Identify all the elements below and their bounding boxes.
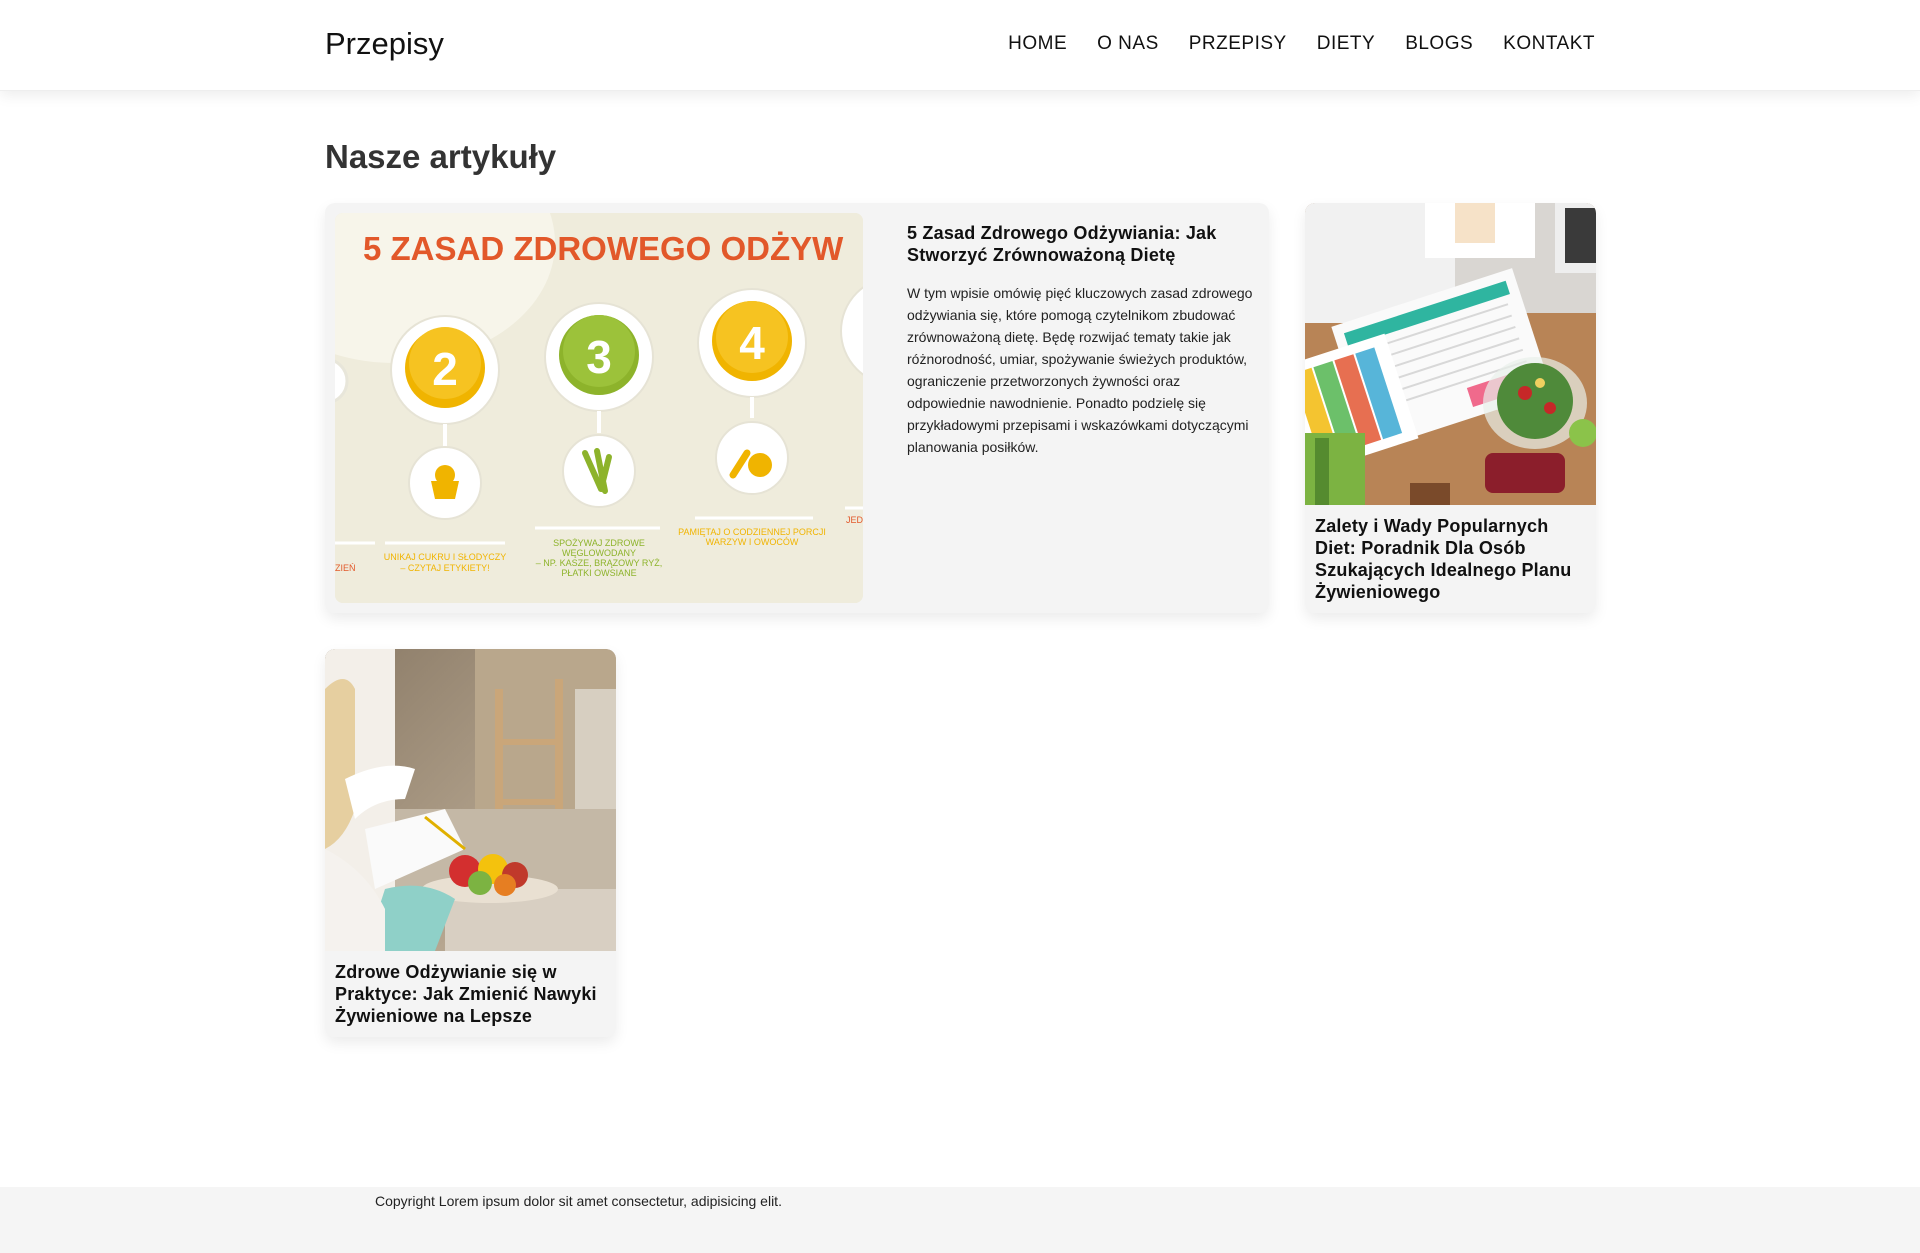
article-title-healthy-eating[interactable]: Zdrowe Odżywianie się w Praktyce: Jak Zm… [335, 961, 606, 1027]
article-card-diets[interactable]: Zalety i Wady Popularnych Diet: Poradnik… [1305, 203, 1596, 613]
number-3: 3 [586, 331, 612, 383]
svg-text:JEDZ: JEDZ [846, 515, 863, 525]
nav-przepisy[interactable]: PRZEPISY [1189, 33, 1287, 55]
featured-article-title[interactable]: 5 Zasad Zdrowego Odżywiania: Jak Stworzy… [907, 222, 1259, 266]
nav-home[interactable]: HOME [1008, 33, 1067, 55]
dietitian-photo-icon [325, 649, 616, 951]
svg-text:UNIKAJ CUKRU I SŁODYCZY: UNIKAJ CUKRU I SŁODYCZY [384, 552, 507, 562]
svg-text:WĘGLOWODANY: WĘGLOWODANY [562, 548, 636, 558]
featured-article-excerpt: W tym wpisie omówię pięć kluczowych zasa… [907, 285, 1253, 455]
featured-article-image[interactable]: 5 ZASAD ZDROWEGO ODŻYW ZIEŃ 2 UNIKAJ CUK… [335, 213, 863, 603]
featured-article-body: 5 Zasad Zdrowego Odżywiania: Jak Stworzy… [907, 222, 1259, 458]
meal-plan-photo-icon [1305, 203, 1596, 505]
nutrition-infographic: 5 ZASAD ZDROWEGO ODŻYW ZIEŃ 2 UNIKAJ CUK… [335, 213, 863, 603]
number-4: 4 [739, 317, 765, 369]
featured-article-card[interactable]: 5 ZASAD ZDROWEGO ODŻYW ZIEŃ 2 UNIKAJ CUK… [325, 203, 1269, 613]
article-body-diets: Zalety i Wady Popularnych Diet: Poradnik… [1315, 515, 1586, 603]
number-2: 2 [432, 343, 458, 395]
site-header: Przepisy HOME O NAS PRZEPISY DIETY BLOGS… [0, 0, 1920, 91]
nav-blogs[interactable]: BLOGS [1405, 33, 1473, 55]
section-title: Nasze artykuły [325, 138, 557, 175]
article-image-dietitian[interactable] [325, 649, 616, 951]
nav-diety[interactable]: DIETY [1317, 33, 1375, 55]
svg-text:PŁATKI OWSIANE: PŁATKI OWSIANE [561, 568, 636, 578]
footer-copyright: Copyright Lorem ipsum dolor sit amet con… [375, 1193, 782, 1209]
svg-text:PAMIĘTAJ O CODZIENNEJ PORCJI: PAMIĘTAJ O CODZIENNEJ PORCJI [678, 527, 826, 537]
svg-text:SPOŻYWAJ ZDROWE: SPOŻYWAJ ZDROWE [553, 538, 645, 548]
main-nav: HOME O NAS PRZEPISY DIETY BLOGS KONTAKT [1008, 33, 1595, 55]
svg-text:– NP. KASZE, BRĄZOWY RYŻ,: – NP. KASZE, BRĄZOWY RYŻ, [536, 558, 663, 568]
nav-kontakt[interactable]: KONTAKT [1503, 33, 1595, 55]
infographic-heading: 5 ZASAD ZDROWEGO ODŻYW [363, 230, 844, 267]
article-title-diets[interactable]: Zalety i Wady Popularnych Diet: Poradnik… [1315, 515, 1586, 603]
article-image-meal-plan[interactable] [1305, 203, 1596, 505]
article-body-healthy-eating: Zdrowe Odżywianie się w Praktyce: Jak Zm… [335, 961, 606, 1027]
article-card-healthy-eating[interactable]: Zdrowe Odżywianie się w Praktyce: Jak Zm… [325, 649, 616, 1037]
nav-o-nas[interactable]: O NAS [1097, 33, 1159, 55]
brand-logo[interactable]: Przepisy [325, 26, 444, 62]
svg-text:WARZYW I OWOCÓW: WARZYW I OWOCÓW [706, 537, 799, 547]
site-footer: Copyright Lorem ipsum dolor sit amet con… [0, 1187, 1920, 1253]
apple-icon [748, 453, 772, 477]
caption-left: ZIEŃ [335, 563, 356, 573]
svg-text:– CZYTAJ ETYKIETY!: – CZYTAJ ETYKIETY! [400, 563, 489, 573]
